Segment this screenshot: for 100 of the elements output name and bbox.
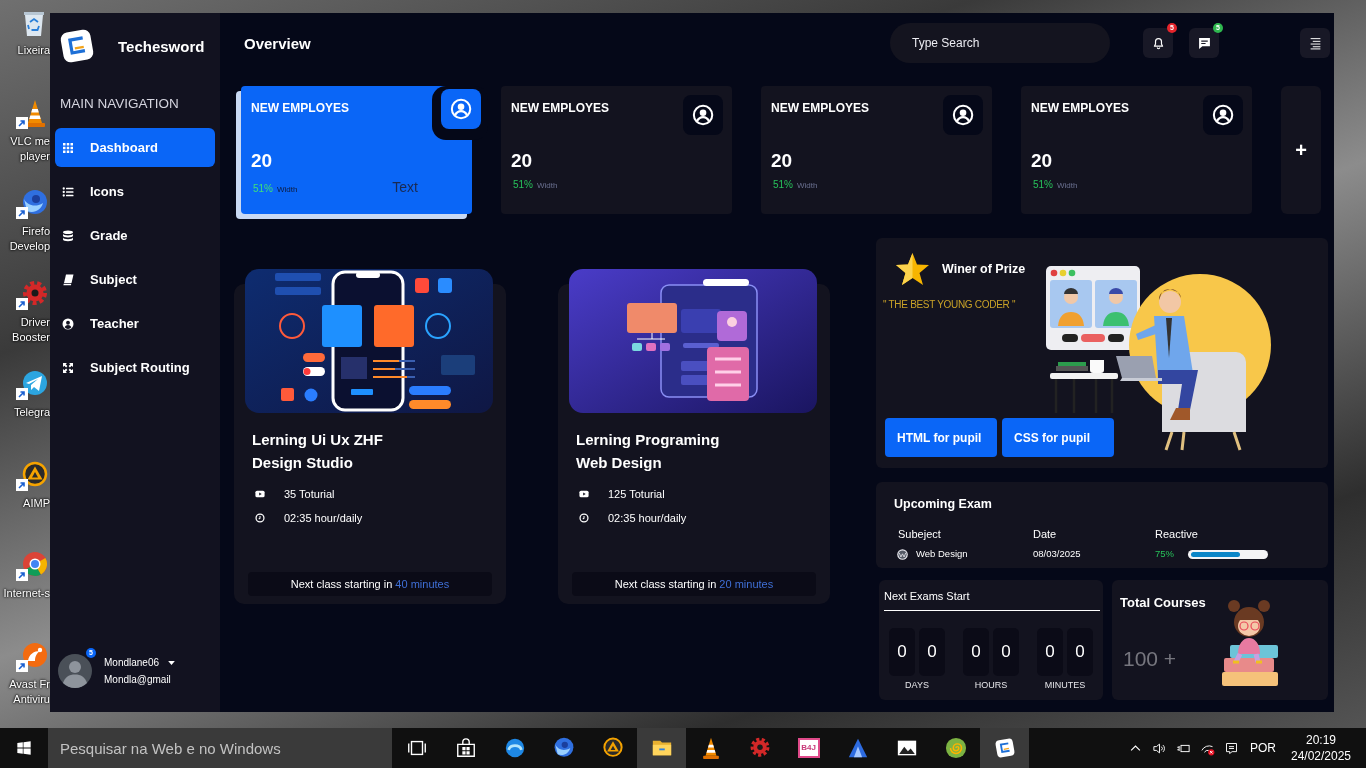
nav-heading: MAIN NAVIGATION: [60, 96, 179, 112]
caption-text: Width: [1057, 181, 1078, 190]
desktop-shortcut[interactable]: AIMP: [16, 456, 50, 511]
language-indicator[interactable]: POR: [1250, 741, 1276, 755]
course-title: Lerning Programing Web Design: [576, 430, 720, 473]
gear-icon: [748, 737, 771, 759]
search-field[interactable]: Type Search: [890, 23, 1110, 63]
video-icon: [255, 489, 265, 499]
unit-label: HOURS: [974, 680, 1008, 691]
caption-text: Width: [537, 181, 558, 190]
shopping-bag-icon: [454, 737, 477, 759]
unit-label: DAYS: [905, 680, 929, 691]
menu-button[interactable]: [1300, 28, 1330, 58]
percent-text: 51%: [773, 179, 793, 190]
table-cell: Web Design: [916, 547, 968, 561]
circle-logo-icon: [897, 548, 908, 560]
database-icon: [62, 229, 74, 242]
column-header: Date: [1033, 527, 1057, 541]
user-icon: [683, 95, 723, 135]
caption-text: Width: [277, 185, 298, 194]
avatar-icon[interactable]: [58, 654, 92, 688]
card-value: 20: [771, 150, 793, 172]
prize-quote: " THE BEST YOUNG CODER ": [883, 298, 1016, 311]
card-title: NEW EMPLOYES: [511, 100, 609, 116]
notification-icon[interactable]: [1224, 740, 1240, 756]
taskbar-app-button[interactable]: [637, 728, 686, 768]
page-title: Overview: [244, 34, 311, 52]
daily-hours: 02:35 hour/daily: [284, 511, 363, 525]
nav-item[interactable]: Subject: [55, 260, 215, 299]
desktop-shortcut[interactable]: VLC me player: [10, 94, 50, 164]
desktop-shortcut[interactable]: Telegra: [13, 366, 50, 420]
expand-icon: [62, 361, 74, 374]
caption-text: Width: [797, 181, 818, 190]
tent-icon: [846, 737, 869, 759]
digit-box: 0: [1037, 628, 1063, 676]
card-value: 20: [511, 150, 533, 172]
percent-text: 51%: [253, 183, 273, 194]
card-title: NEW EMPLOYES: [1031, 100, 1129, 116]
desktop-shortcut[interactable]: Firefo Develop: [9, 185, 50, 254]
nav-item[interactable]: Icons: [55, 172, 215, 211]
note-text: Text: [392, 179, 418, 195]
digit-box: 0: [1067, 628, 1093, 676]
logo-icon: [993, 737, 1016, 759]
arc-icon: [503, 737, 526, 759]
prize-title: Winer of Prize: [942, 262, 1026, 276]
percent-text: 51%: [513, 179, 533, 190]
video-icon: [579, 489, 589, 499]
clock-icon: [255, 513, 265, 523]
tutorial-count: 35 Toturial: [284, 487, 335, 501]
percent-text: 51%: [1033, 179, 1053, 190]
bell-icon: [1151, 36, 1165, 50]
clock-time: 20:19: [1306, 732, 1336, 748]
digit-box: 0: [993, 628, 1019, 676]
column-header: Reactive: [1155, 527, 1198, 541]
card-value: 20: [1031, 150, 1053, 172]
user-icon: [1203, 95, 1243, 135]
exam-title: Upcoming Exam: [894, 496, 992, 512]
percent-text: 75%: [1155, 547, 1175, 561]
next-class-text: Next class starting in 40 minutes: [290, 578, 450, 590]
next-class-text: Next class starting in 20 minutes: [614, 578, 774, 590]
card-title: NEW EMPLOYES: [251, 100, 349, 116]
course-button[interactable]: HTML for pupil: [885, 418, 997, 457]
swirl-icon: [552, 737, 575, 759]
add-button[interactable]: +: [1281, 86, 1321, 214]
messages-button[interactable]: [1189, 28, 1219, 58]
nav-item[interactable]: Dashboard: [55, 128, 215, 167]
digit-box: 0: [889, 628, 915, 676]
desktop-shortcut[interactable]: Driver Booster: [12, 275, 50, 345]
course-button[interactable]: CSS for pupil: [1002, 418, 1114, 457]
digit-box: 0: [919, 628, 945, 676]
list-icon: [62, 185, 74, 198]
total-title: Total Courses: [1120, 595, 1206, 611]
caret-icon[interactable]: [168, 660, 176, 665]
notifications-button[interactable]: [1143, 28, 1173, 58]
chat-icon: [1197, 36, 1211, 50]
brand-name: Techesword: [118, 37, 205, 55]
card-title: NEW EMPLOYES: [771, 100, 869, 116]
menu-icon: [1308, 36, 1322, 50]
desktop-shortcut[interactable]: Internet-s: [3, 547, 50, 601]
clock-icon: [579, 513, 589, 523]
taskbar-app-button[interactable]: [980, 728, 1029, 768]
taskbar-app-button[interactable]: B4J: [784, 728, 833, 768]
grid-icon: [62, 141, 74, 154]
nav-item[interactable]: Grade: [55, 216, 215, 255]
daily-hours: 02:35 hour/daily: [608, 511, 687, 525]
speaker-icon[interactable]: [1152, 740, 1168, 756]
search-field[interactable]: Pesquisar na Web e no Windows: [48, 728, 392, 768]
desktop-shortcut[interactable]: Avast Fr Antiviru: [9, 637, 50, 707]
column-header: Subeject: [898, 527, 941, 541]
nav-item[interactable]: Teacher: [55, 304, 215, 343]
tutorial-count: 125 Toturial: [608, 487, 665, 501]
total-value: 100 +: [1123, 647, 1177, 671]
user-icon: [943, 95, 983, 135]
unit-label: MINUTES: [1044, 680, 1086, 691]
digit-box: 0: [963, 628, 989, 676]
nav-item[interactable]: Subject Routing: [55, 348, 215, 387]
book-icon: [62, 273, 74, 286]
card-value: 20: [251, 150, 273, 172]
desktop-shortcut[interactable]: Lixeira: [16, 4, 50, 58]
user-email: Mondla@gmail: [104, 674, 172, 685]
